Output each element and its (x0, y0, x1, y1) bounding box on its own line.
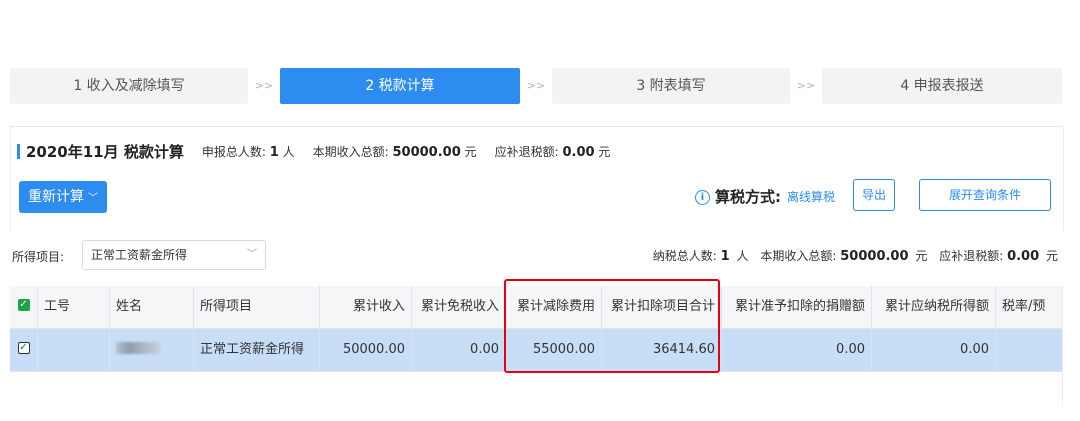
step-income-deduction[interactable]: 1 收入及减除填写 (10, 68, 248, 104)
cell-donation-deduction: 0.00 (722, 329, 872, 371)
checkbox-checked-icon: ✓ (17, 342, 30, 354)
refund-amount: 应补退税额: 0.00 元 (494, 144, 611, 160)
summary-bar: 纳税总人数: 1 人 本期收入总额: 50000.00 元 应补退税额: 0.0… (652, 249, 1058, 264)
income-total: 本期收入总额: 50000.00 元 (312, 144, 477, 160)
step-separator-icon: >> (526, 79, 546, 92)
expand-query-button[interactable]: 展开查询条件 (919, 179, 1051, 211)
tax-calculation-page: 1 收入及减除填写 >> 2 税款计算 >> 3 附表填写 >> 4 申报表报送… (0, 0, 1080, 421)
step-separator-icon: >> (254, 79, 274, 92)
page-title: 2020年11月 税款计算 (26, 142, 184, 161)
step-submit-report[interactable]: 4 申报表报送 (822, 68, 1062, 104)
cell-employee-id (38, 329, 110, 371)
calculation-panel: 2020年11月 税款计算 申报总人数: 1 人 本期收入总额: 50000.0… (10, 126, 1064, 231)
tax-method: i 算税方式: 离线算税 (695, 185, 835, 209)
checkbox-checked-icon: ✓ (17, 299, 30, 311)
select-all-checkbox[interactable]: ✓ (10, 286, 38, 328)
recalculate-button[interactable]: 重新计算 ﹀ (19, 181, 107, 213)
redacted-name (116, 342, 160, 354)
title-accent-bar (17, 143, 20, 159)
col-taxable-income[interactable]: 累计应纳税所得额 (872, 286, 996, 328)
panel-header: 2020年11月 税款计算 申报总人数: 1 人 本期收入总额: 50000.0… (17, 141, 610, 161)
tax-method-label: 算税方式: (715, 188, 781, 206)
cell-tax-free-income: 0.00 (412, 329, 506, 371)
income-item-select[interactable]: 正常工资薪金所得 ﹀ (82, 240, 266, 270)
info-icon[interactable]: i (695, 189, 710, 205)
cell-taxable-income: 0.00 (872, 329, 996, 371)
col-tax-rate[interactable]: 税率/预 (996, 286, 1062, 328)
row-checkbox[interactable]: ✓ (10, 329, 38, 371)
col-name[interactable]: 姓名 (110, 286, 194, 328)
chevron-down-icon: ﹀ (247, 249, 257, 260)
highlight-annotation (504, 279, 720, 373)
col-donation-deduction[interactable]: 累计准予扣除的捐赠额 (722, 286, 872, 328)
step-separator-icon: >> (796, 79, 816, 92)
income-item-label: 所得项目: (12, 250, 65, 264)
cell-income-item: 正常工资薪金所得 (194, 329, 320, 371)
cell-tax-rate (996, 329, 1062, 371)
step-tax-calculation[interactable]: 2 税款计算 (280, 68, 520, 104)
col-income-item[interactable]: 所得项目 (194, 286, 320, 328)
cell-name (110, 329, 194, 371)
tax-method-link[interactable]: 离线算税 (787, 185, 835, 209)
income-item-selected: 正常工资薪金所得 (91, 248, 188, 262)
chevron-down-icon: ﹀ (88, 193, 98, 204)
declared-count: 申报总人数: 1 人 (201, 144, 295, 160)
step-navigation: 1 收入及减除填写 >> 2 税款计算 >> 3 附表填写 >> 4 申报表报送 (10, 68, 1062, 104)
export-button[interactable]: 导出 (853, 179, 895, 211)
cell-cumulative-income: 50000.00 (320, 329, 412, 371)
step-attachments[interactable]: 3 附表填写 (552, 68, 790, 104)
col-employee-id[interactable]: 工号 (38, 286, 110, 328)
col-tax-free-income[interactable]: 累计免税收入 (412, 286, 506, 328)
col-cumulative-income[interactable]: 累计收入 (320, 286, 412, 328)
